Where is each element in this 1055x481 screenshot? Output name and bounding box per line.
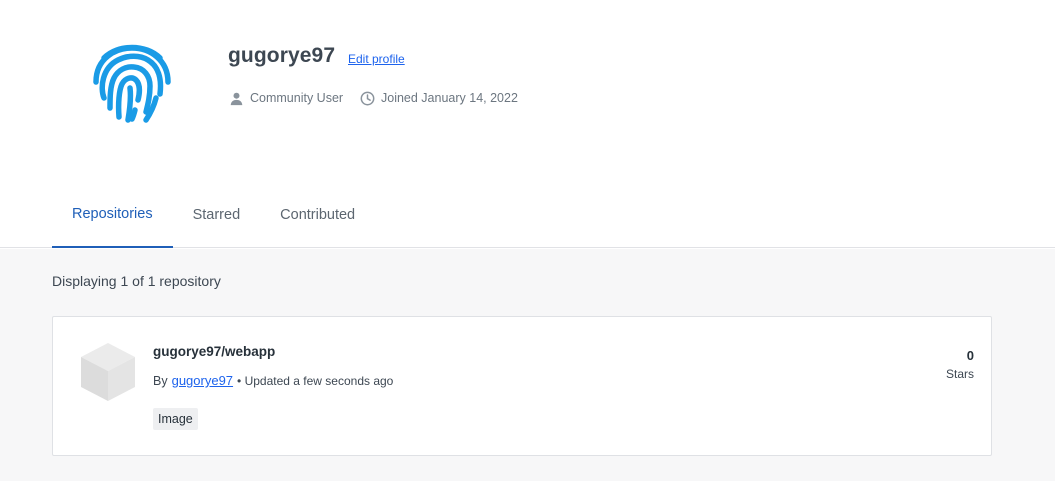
- profile-tabs: Repositories Starred Contributed: [52, 182, 375, 248]
- repository-byline: By gugorye97 • Updated a few seconds ago: [153, 373, 393, 388]
- tab-repositories[interactable]: Repositories: [52, 182, 173, 248]
- join-date: Joined January 14, 2022: [360, 89, 518, 107]
- profile-header: gugorye97 Edit profile Community User Jo…: [0, 0, 1055, 248]
- repository-name[interactable]: gugorye97/webapp: [153, 344, 275, 359]
- clock-icon: [360, 91, 375, 105]
- stars-count: 0: [966, 348, 974, 363]
- by-label: By: [153, 374, 168, 388]
- tab-contributed[interactable]: Contributed: [260, 182, 375, 248]
- profile-username: gugorye97: [228, 44, 336, 67]
- user-icon: [230, 92, 243, 105]
- repository-count: Displaying 1 of 1 repository: [52, 273, 221, 289]
- repository-card[interactable]: gugorye97/webapp By gugorye97 • Updated …: [52, 316, 992, 456]
- stars-label: Stars: [945, 367, 974, 381]
- join-date-label: Joined January 14, 2022: [381, 91, 518, 105]
- cube-icon: [79, 341, 137, 403]
- user-role-label: Community User: [250, 91, 344, 105]
- author-link[interactable]: gugorye97: [172, 373, 233, 388]
- updated-timestamp: • Updated a few seconds ago: [237, 374, 394, 388]
- tab-starred[interactable]: Starred: [173, 182, 261, 248]
- user-role: Community User: [229, 89, 343, 107]
- fingerprint-icon: [88, 38, 176, 126]
- repository-list-section: Displaying 1 of 1 repository gugorye97/w…: [0, 249, 1055, 481]
- repository-type-badge: Image: [153, 408, 198, 430]
- edit-profile-link[interactable]: Edit profile: [348, 52, 405, 66]
